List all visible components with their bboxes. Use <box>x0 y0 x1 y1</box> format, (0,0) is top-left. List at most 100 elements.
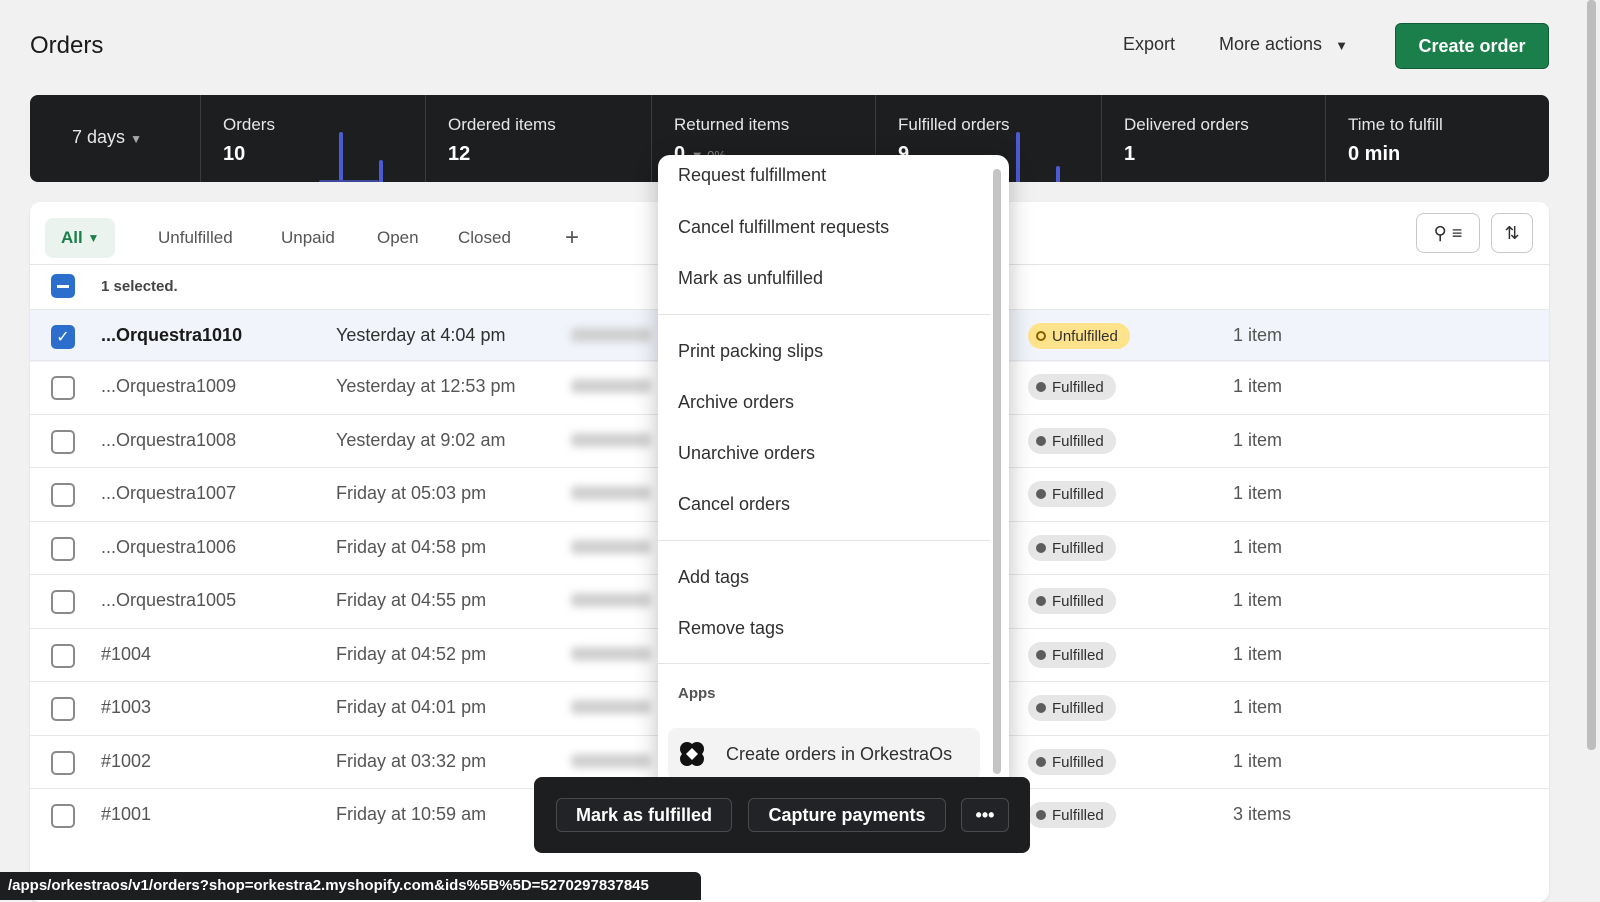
status-dot-icon <box>1036 596 1046 606</box>
menu-item-cancel-orders[interactable]: Cancel orders <box>678 494 790 515</box>
order-date: Yesterday at 12:53 pm <box>336 376 516 396</box>
row-checkbox[interactable] <box>51 644 75 668</box>
customer-name-blurred <box>571 754 651 768</box>
tab-unpaid[interactable]: Unpaid <box>265 218 351 258</box>
status-label: Fulfilled <box>1052 539 1104 557</box>
item-count: 1 item <box>1233 325 1283 345</box>
row-checkbox[interactable] <box>51 483 75 507</box>
item-count: 1 item <box>1233 483 1283 503</box>
status-label: Fulfilled <box>1052 485 1104 503</box>
row-checkbox[interactable] <box>51 537 75 561</box>
order-number[interactable]: ...Orquestra1006 <box>101 537 236 558</box>
order-number[interactable]: #1002 <box>101 751 151 772</box>
tab-all[interactable]: All ▼ <box>45 218 116 258</box>
metric-label: Orders <box>223 115 275 134</box>
order-date: Friday at 03:32 pm <box>336 751 487 771</box>
row-checkbox[interactable] <box>51 751 75 775</box>
customer-name-blurred <box>571 486 651 500</box>
metric-value: 0 min <box>1348 143 1401 165</box>
status-label: Fulfilled <box>1052 432 1104 450</box>
status-label: Unfulfilled <box>1052 327 1118 345</box>
menu-item-unarchive-orders[interactable]: Unarchive orders <box>678 443 815 464</box>
search-icon: ⚲ <box>1433 222 1447 243</box>
sort-button[interactable]: ⇅ <box>1491 213 1533 253</box>
status-label: Fulfilled <box>1052 592 1104 610</box>
customer-name-blurred <box>571 593 651 607</box>
row-checkbox[interactable] <box>51 697 75 721</box>
order-number[interactable]: ...Orquestra1010 <box>101 325 242 346</box>
order-number[interactable]: ...Orquestra1007 <box>101 483 236 504</box>
item-count: 3 items <box>1233 804 1292 824</box>
menu-item-remove-tags[interactable]: Remove tags <box>678 618 784 639</box>
order-number[interactable]: ...Orquestra1009 <box>101 376 236 397</box>
menu-scrollbar[interactable] <box>993 169 1001 774</box>
row-checkbox[interactable] <box>51 430 75 454</box>
sparkline-bar <box>1016 132 1020 182</box>
link-status-url: /apps/orkestraos/v1/orders?shop=orkestra… <box>0 872 701 900</box>
metric-label: Delivered orders <box>1124 115 1249 134</box>
tab-unfulfilled[interactable]: Unfulfilled <box>142 218 249 258</box>
fulfillment-status-badge: Fulfilled <box>1028 802 1116 828</box>
selection-count: 1 selected. <box>101 278 178 295</box>
metric-label: Ordered items <box>448 115 556 134</box>
order-number[interactable]: #1004 <box>101 644 151 665</box>
menu-item-print-packing-slips[interactable]: Print packing slips <box>678 341 823 362</box>
item-count: 1 item <box>1233 376 1283 396</box>
menu-item-mark-as-unfulfilled[interactable]: Mark as unfulfilled <box>678 268 823 289</box>
add-view-plus-icon[interactable]: + <box>549 218 595 258</box>
metric-ordered-items[interactable]: Ordered items 12 <box>425 95 651 182</box>
sparkline-bar <box>339 132 343 182</box>
filter-icon: ≡ <box>1451 222 1463 243</box>
menu-item-cancel-fulfillment-requests[interactable]: Cancel fulfillment requests <box>678 217 889 238</box>
order-date: Friday at 04:55 pm <box>336 590 487 610</box>
item-count: 1 item <box>1233 751 1283 771</box>
row-checkbox[interactable]: ✓ <box>51 325 75 349</box>
metric-orders[interactable]: Orders 10 <box>200 95 425 182</box>
export-button[interactable]: Export <box>1123 34 1175 55</box>
sparkline-bar <box>319 180 379 182</box>
mark-as-fulfilled-button[interactable]: Mark as fulfilled <box>556 798 732 832</box>
menu-item-create-orders-orkestraos[interactable]: Create orders in OrkestraOs <box>668 728 980 780</box>
order-number[interactable]: ...Orquestra1008 <box>101 430 236 451</box>
date-range-selector[interactable]: 7 days ▼ <box>72 127 142 148</box>
status-label: Fulfilled <box>1052 646 1104 664</box>
more-actions-menu: Request fulfillment Cancel fulfillment re… <box>658 155 1009 790</box>
order-number[interactable]: ...Orquestra1005 <box>101 590 236 611</box>
more-actions-ellipsis-icon[interactable]: ••• <box>961 798 1009 832</box>
status-label: Fulfilled <box>1052 753 1104 771</box>
menu-divider <box>658 663 990 664</box>
tab-closed[interactable]: Closed <box>442 218 527 258</box>
page-scrollbar[interactable] <box>1587 0 1596 750</box>
menu-item-archive-orders[interactable]: Archive orders <box>678 392 794 413</box>
create-order-button[interactable]: Create order <box>1395 23 1549 69</box>
metric-label: Fulfilled orders <box>898 115 1010 134</box>
metric-time-to-fulfill[interactable]: Time to fulfill 0 min <box>1325 95 1549 182</box>
capture-payments-button[interactable]: Capture payments <box>748 798 946 832</box>
order-number[interactable]: #1001 <box>101 804 151 825</box>
status-dot-icon <box>1036 489 1046 499</box>
caret-down-icon: ▼ <box>1335 38 1348 53</box>
customer-name-blurred <box>571 328 651 342</box>
tab-label: All <box>61 228 83 247</box>
menu-item-request-fulfillment[interactable]: Request fulfillment <box>678 165 826 186</box>
menu-item-add-tags[interactable]: Add tags <box>678 567 749 588</box>
metric-delivered-orders[interactable]: Delivered orders 1 <box>1101 95 1325 182</box>
status-dot-icon <box>1036 810 1046 820</box>
more-actions-button[interactable]: More actions ▼ <box>1219 34 1348 55</box>
row-checkbox[interactable] <box>51 376 75 400</box>
order-number[interactable]: #1003 <box>101 697 151 718</box>
status-dot-icon <box>1036 543 1046 553</box>
row-checkbox[interactable] <box>51 804 75 828</box>
metric-value: 12 <box>448 143 471 165</box>
select-all-checkbox[interactable] <box>51 274 75 298</box>
order-date: Friday at 04:52 pm <box>336 644 487 664</box>
metric-value: 10 <box>223 143 246 165</box>
row-checkbox[interactable] <box>51 590 75 614</box>
menu-divider <box>658 314 990 315</box>
date-range-label: 7 days <box>72 127 126 147</box>
tab-open[interactable]: Open <box>361 218 435 258</box>
status-dot-icon <box>1036 331 1046 341</box>
search-filter-button[interactable]: ⚲ ≡ <box>1416 213 1480 253</box>
fulfillment-status-badge: Fulfilled <box>1028 374 1116 400</box>
customer-name-blurred <box>571 700 651 714</box>
